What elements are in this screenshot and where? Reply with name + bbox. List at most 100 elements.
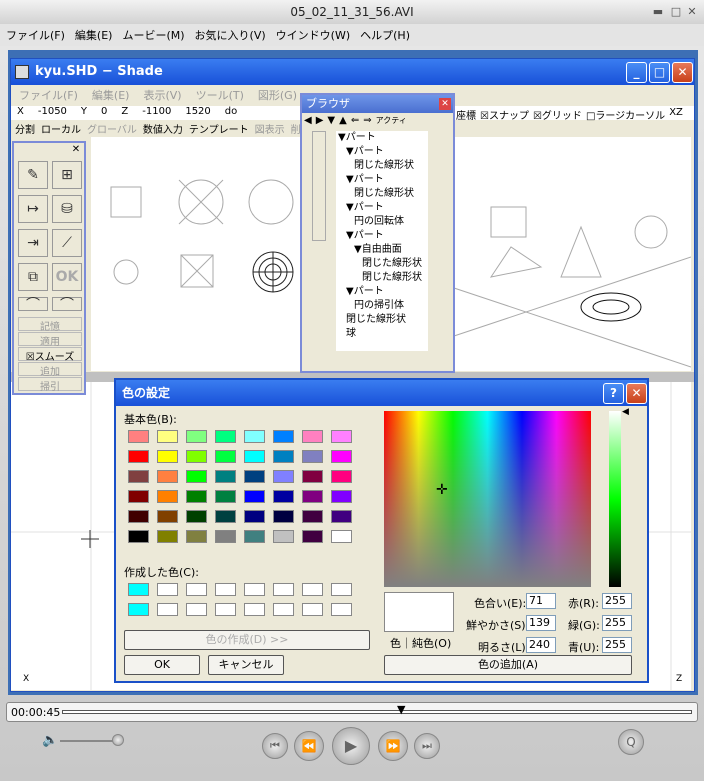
basic-color-swatch[interactable] — [215, 490, 236, 503]
view-plane-select[interactable]: XZ — [669, 107, 683, 135]
red-input[interactable]: 255 — [602, 593, 632, 609]
pen-tool-icon[interactable]: ✎ — [18, 161, 48, 189]
shade-minimize-button[interactable]: _ — [626, 62, 647, 83]
shade-close-button[interactable]: ✕ — [672, 62, 693, 83]
basic-color-swatch[interactable] — [128, 470, 149, 483]
browser-tree-item[interactable]: 球 — [336, 327, 428, 341]
basic-color-swatch[interactable] — [302, 530, 323, 543]
basic-color-swatch[interactable] — [302, 430, 323, 443]
luminance-arrow-icon[interactable]: ◀ — [622, 407, 629, 417]
browser-tree-item[interactable]: 閉じた線形状 — [336, 313, 428, 327]
custom-color-swatch[interactable] — [273, 583, 294, 596]
browser-left-icon[interactable]: ◀ — [304, 115, 312, 129]
browser-tree-item[interactable]: ▼パート — [336, 201, 428, 215]
shade-menu-tools[interactable]: ツール(T) — [196, 87, 244, 103]
basic-color-swatch[interactable] — [273, 510, 294, 523]
basic-color-swatch[interactable] — [244, 450, 265, 463]
volume-slider[interactable] — [60, 740, 120, 742]
player-maximize-icon[interactable]: □ — [670, 6, 682, 18]
browser-tree-item[interactable]: ▼パート — [336, 145, 428, 159]
basic-color-swatch[interactable] — [302, 510, 323, 523]
basic-color-swatch[interactable] — [244, 510, 265, 523]
browser-tree-item[interactable]: ▼パート — [336, 229, 428, 243]
player-menu-help[interactable]: ヘルプ(H) — [360, 27, 410, 43]
basic-color-swatch[interactable] — [186, 470, 207, 483]
line-tool-icon[interactable]: ⟋ — [52, 229, 82, 257]
shade-maximize-button[interactable]: □ — [649, 62, 670, 83]
smooth-checkbox[interactable]: ☒スムーズ — [18, 347, 82, 363]
basic-color-swatch[interactable] — [331, 450, 352, 463]
volume-icon[interactable]: 🔈 — [42, 733, 58, 748]
shade-menu-file[interactable]: ファイル(F) — [19, 87, 78, 103]
play-button[interactable]: ▶ — [332, 727, 370, 765]
browser-forward-icon[interactable]: ⇒ — [363, 115, 371, 129]
basic-color-swatch[interactable] — [157, 490, 178, 503]
blue-input[interactable]: 255 — [602, 637, 632, 653]
browser-tree-item[interactable]: 円の回転体 — [336, 215, 428, 229]
browser-tree-item[interactable]: 閉じた線形状 — [336, 187, 428, 201]
custom-color-swatch[interactable] — [244, 583, 265, 596]
browser-tree-item[interactable]: ▼パート — [336, 173, 428, 187]
custom-color-swatch[interactable] — [302, 583, 323, 596]
basic-color-swatch[interactable] — [215, 530, 236, 543]
shade-menu-view[interactable]: 表示(V) — [143, 87, 181, 103]
custom-color-swatch[interactable] — [273, 603, 294, 616]
basic-color-swatch[interactable] — [273, 530, 294, 543]
timeline-playhead-icon[interactable]: ▼ — [397, 703, 405, 716]
ok-button[interactable]: OK — [52, 263, 82, 291]
add-to-custom-colors-button[interactable]: 色の追加(A) — [384, 655, 632, 675]
custom-color-swatch[interactable] — [186, 603, 207, 616]
add-button[interactable]: 追加 — [18, 362, 82, 378]
basic-color-swatch[interactable] — [215, 470, 236, 483]
basic-color-swatch[interactable] — [157, 530, 178, 543]
scale-tool-icon[interactable]: ⇥ — [18, 229, 48, 257]
basic-color-swatch[interactable] — [128, 430, 149, 443]
basic-color-swatch[interactable] — [157, 450, 178, 463]
basic-color-swatch[interactable] — [302, 470, 323, 483]
basic-color-swatch[interactable] — [186, 450, 207, 463]
basic-color-swatch[interactable] — [128, 450, 149, 463]
basic-color-swatch[interactable] — [244, 530, 265, 543]
large-cursor-checkbox[interactable]: □ラージカーソル — [586, 107, 665, 135]
basic-color-swatch[interactable] — [215, 450, 236, 463]
basic-color-swatch[interactable] — [244, 470, 265, 483]
player-close-icon[interactable]: ✕ — [686, 6, 698, 18]
global-button[interactable]: グローバル — [87, 121, 137, 136]
custom-color-swatch[interactable] — [244, 603, 265, 616]
basic-color-swatch[interactable] — [128, 530, 149, 543]
custom-color-swatch[interactable] — [331, 603, 352, 616]
apply-button[interactable]: 適用 — [18, 332, 82, 348]
basic-color-swatch[interactable] — [215, 430, 236, 443]
cancel-button[interactable]: キャンセル — [208, 655, 284, 675]
shade-menu-shape[interactable]: 図形(G) — [258, 87, 297, 103]
basic-color-swatch[interactable] — [273, 430, 294, 443]
previous-chapter-button[interactable]: ⏮ — [262, 733, 288, 759]
timeline-track[interactable] — [62, 710, 692, 714]
basic-color-swatch[interactable] — [157, 510, 178, 523]
basic-color-swatch[interactable] — [186, 430, 207, 443]
browser-tree-item[interactable]: ▼パート — [336, 131, 428, 145]
custom-color-swatch[interactable] — [186, 583, 207, 596]
quicktime-logo-icon[interactable]: Q — [618, 729, 644, 755]
color-spectrum[interactable]: ✛ — [384, 411, 591, 587]
ok-button[interactable]: OK — [124, 655, 200, 675]
custom-color-swatch[interactable] — [128, 583, 149, 596]
basic-color-swatch[interactable] — [273, 490, 294, 503]
player-menu-movie[interactable]: ムービー(M) — [122, 27, 184, 43]
custom-color-swatch[interactable] — [128, 603, 149, 616]
custom-color-swatch[interactable] — [157, 603, 178, 616]
basic-color-swatch[interactable] — [302, 450, 323, 463]
player-menu-file[interactable]: ファイル(F) — [6, 27, 65, 43]
volume-knob[interactable] — [112, 734, 124, 746]
custom-color-swatch[interactable] — [302, 603, 323, 616]
cylinder-tool-icon[interactable]: ⛁ — [52, 195, 82, 223]
player-menu-favorites[interactable]: お気に入り(V) — [195, 27, 266, 43]
browser-close-icon[interactable]: ✕ — [439, 98, 451, 110]
browser-tree-item[interactable]: 円の掃引体 — [336, 299, 428, 313]
basic-color-swatch[interactable] — [244, 430, 265, 443]
move-tool-icon[interactable]: ↦ — [18, 195, 48, 223]
copy-tool-icon[interactable]: ⧉ — [18, 263, 48, 291]
basic-color-swatch[interactable] — [244, 490, 265, 503]
browser-tree-item[interactable]: ▼自由曲面 — [336, 243, 428, 257]
saturation-input[interactable]: 139 — [526, 615, 556, 631]
